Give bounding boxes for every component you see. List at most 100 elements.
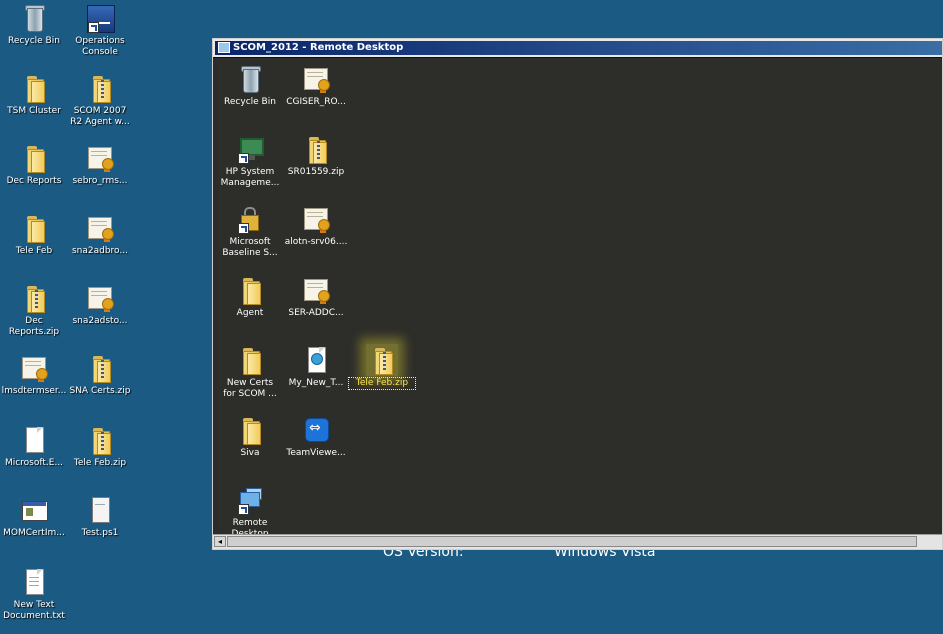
icon-label: lmsdtermser... bbox=[1, 386, 67, 396]
remote-icon-ser-addc[interactable]: SER-ADDC... bbox=[283, 274, 349, 319]
certificate-icon bbox=[84, 282, 116, 314]
icon-label: Dec Reports bbox=[6, 176, 62, 186]
remote-desktop-icon bbox=[234, 484, 266, 516]
icon-label: Operations Console bbox=[75, 36, 125, 57]
icon-label: MOMCertIm... bbox=[3, 528, 65, 538]
icon-label: TeamViewe... bbox=[286, 448, 346, 458]
text-document-icon bbox=[18, 566, 50, 598]
remote-icon-agent[interactable]: Agent bbox=[217, 274, 283, 319]
icon-label: Microsoft Baseline S... bbox=[222, 237, 278, 258]
desktop-icon-operations-console[interactable]: Operations Console bbox=[67, 2, 133, 58]
remote-icon-teamviewer[interactable]: TeamViewe... bbox=[283, 414, 349, 459]
icon-label: HP System Manageme... bbox=[220, 167, 280, 188]
desktop-icon-tele-feb-zip[interactable]: Tele Feb.zip bbox=[67, 424, 133, 469]
folder-icon bbox=[234, 414, 266, 446]
desktop-icon-dec-reports-zip[interactable]: Dec Reports.zip bbox=[1, 282, 67, 338]
icon-label: Agent bbox=[236, 308, 264, 318]
desktop-icon-recycle-bin[interactable]: Recycle Bin bbox=[1, 2, 67, 47]
remote-desktop-window[interactable]: SCOM_2012 - Remote Desktop Recycle Bin C… bbox=[212, 38, 943, 550]
icon-label: My_New_T... bbox=[288, 378, 344, 388]
icon-label: sna2adbro... bbox=[71, 246, 128, 256]
scrollbar-thumb[interactable] bbox=[227, 536, 917, 547]
certificate-icon bbox=[84, 212, 116, 244]
remote-desktop-client-area: Recycle Bin CGISER_RO... HP System Manag… bbox=[217, 58, 942, 535]
os-version-label: OS Version: bbox=[383, 549, 464, 560]
remote-icon-siva[interactable]: Siva bbox=[217, 414, 283, 459]
html-document-icon bbox=[300, 344, 332, 376]
remote-icon-cgiser-ro[interactable]: CGISER_RO... bbox=[283, 63, 349, 108]
document-icon bbox=[18, 424, 50, 456]
os-version-value: Windows Vista bbox=[554, 549, 656, 560]
window-title-bar[interactable]: SCOM_2012 - Remote Desktop bbox=[213, 39, 942, 58]
icon-label: Recycle Bin bbox=[224, 97, 276, 107]
desktop-icon-sebro-rms[interactable]: sebro_rms... bbox=[67, 142, 133, 187]
icon-label: sna2adsto... bbox=[72, 316, 128, 326]
icon-label: Recycle Bin bbox=[8, 36, 60, 46]
teamviewer-icon bbox=[300, 414, 332, 446]
zip-folder-icon bbox=[84, 424, 116, 456]
icon-label: alotn-srv06.... bbox=[284, 237, 348, 247]
zip-folder-icon bbox=[300, 133, 332, 165]
desktop-icon-lmsdtermser[interactable]: lmsdtermser... bbox=[1, 352, 67, 397]
operations-console-icon bbox=[84, 2, 116, 34]
desktop-icon-sna2adsto[interactable]: sna2adsto... bbox=[67, 282, 133, 327]
desktop-icon-sna-certs-zip[interactable]: SNA Certs.zip bbox=[67, 352, 133, 397]
icon-label: SNA Certs.zip bbox=[69, 386, 131, 396]
icon-label: SCOM 2007 R2 Agent w... bbox=[70, 106, 130, 127]
hp-system-management-icon bbox=[234, 133, 266, 165]
desktop-icon-tsm-cluster[interactable]: TSM Cluster bbox=[1, 72, 67, 117]
baseline-security-analyzer-icon bbox=[234, 203, 266, 235]
icon-label: SER-ADDC... bbox=[288, 308, 344, 318]
certificate-icon bbox=[18, 352, 50, 384]
zip-folder-icon bbox=[84, 72, 116, 104]
remote-icon-hp-system-management[interactable]: HP System Manageme... bbox=[217, 133, 283, 189]
folder-icon bbox=[234, 274, 266, 306]
horizontal-scrollbar[interactable]: ◂ bbox=[213, 534, 942, 549]
certificate-icon bbox=[84, 142, 116, 174]
remote-icon-recycle-bin[interactable]: Recycle Bin bbox=[217, 63, 283, 108]
folder-icon bbox=[234, 344, 266, 376]
remote-icon-sr01559-zip[interactable]: SR01559.zip bbox=[283, 133, 349, 178]
icon-label: SR01559.zip bbox=[287, 167, 345, 177]
icon-label: sebro_rms... bbox=[72, 176, 128, 186]
desktop-icon-test-ps1[interactable]: Test.ps1 bbox=[67, 494, 133, 539]
icon-label: Dec Reports.zip bbox=[8, 316, 60, 337]
recycle-bin-icon bbox=[18, 2, 50, 34]
desktop-icon-momcertim[interactable]: MOMCertIm... bbox=[1, 494, 67, 539]
remote-icon-baseline-security[interactable]: Microsoft Baseline S... bbox=[217, 203, 283, 259]
remote-icon-alotn-srv06[interactable]: alotn-srv06.... bbox=[283, 203, 349, 248]
desktop-icon-sna2adbro[interactable]: sna2adbro... bbox=[67, 212, 133, 257]
desktop-icon-tele-feb[interactable]: Tele Feb bbox=[1, 212, 67, 257]
certificate-icon bbox=[300, 63, 332, 95]
desktop-icon-microsoft-e[interactable]: Microsoft.E... bbox=[1, 424, 67, 469]
icon-label: Test.ps1 bbox=[81, 528, 119, 538]
certificate-icon bbox=[300, 274, 332, 306]
remote-icon-remote-desktop[interactable]: Remote Desktop bbox=[217, 484, 283, 535]
remote-icon-tele-feb-zip[interactable]: Tele Feb.zip bbox=[348, 344, 416, 390]
icon-label: New Certs for SCOM ... bbox=[223, 378, 277, 399]
remote-icon-my-new-t[interactable]: My_New_T... bbox=[283, 344, 349, 389]
desktop-icon-scom-agent-zip[interactable]: SCOM 2007 R2 Agent w... bbox=[67, 72, 133, 128]
icon-label: Tele Feb.zip bbox=[73, 458, 127, 468]
desktop: Recycle Bin Operations Console TSM Clust… bbox=[0, 0, 943, 634]
scroll-left-button[interactable]: ◂ bbox=[214, 536, 226, 547]
window-title: SCOM_2012 - Remote Desktop bbox=[233, 42, 404, 53]
remote-desktop-icon bbox=[218, 42, 230, 53]
folder-icon bbox=[18, 142, 50, 174]
folder-icon bbox=[18, 72, 50, 104]
icon-label: Remote Desktop bbox=[231, 518, 269, 535]
icon-label: Siva bbox=[240, 448, 260, 458]
certificate-icon bbox=[300, 203, 332, 235]
desktop-icon-new-text-document[interactable]: New Text Document.txt bbox=[1, 566, 67, 622]
icon-label: Tele Feb.zip bbox=[348, 377, 416, 390]
icon-label: CGISER_RO... bbox=[286, 97, 346, 107]
icon-label: Microsoft.E... bbox=[4, 458, 64, 468]
icon-label: TSM Cluster bbox=[7, 106, 61, 116]
desktop-icon-dec-reports[interactable]: Dec Reports bbox=[1, 142, 67, 187]
script-file-icon bbox=[84, 494, 116, 526]
zip-folder-icon bbox=[18, 282, 50, 314]
zip-folder-icon bbox=[366, 344, 398, 376]
folder-icon bbox=[18, 212, 50, 244]
remote-icon-new-certs-for-scom[interactable]: New Certs for SCOM ... bbox=[217, 344, 283, 400]
icon-label: New Text Document.txt bbox=[3, 600, 65, 621]
